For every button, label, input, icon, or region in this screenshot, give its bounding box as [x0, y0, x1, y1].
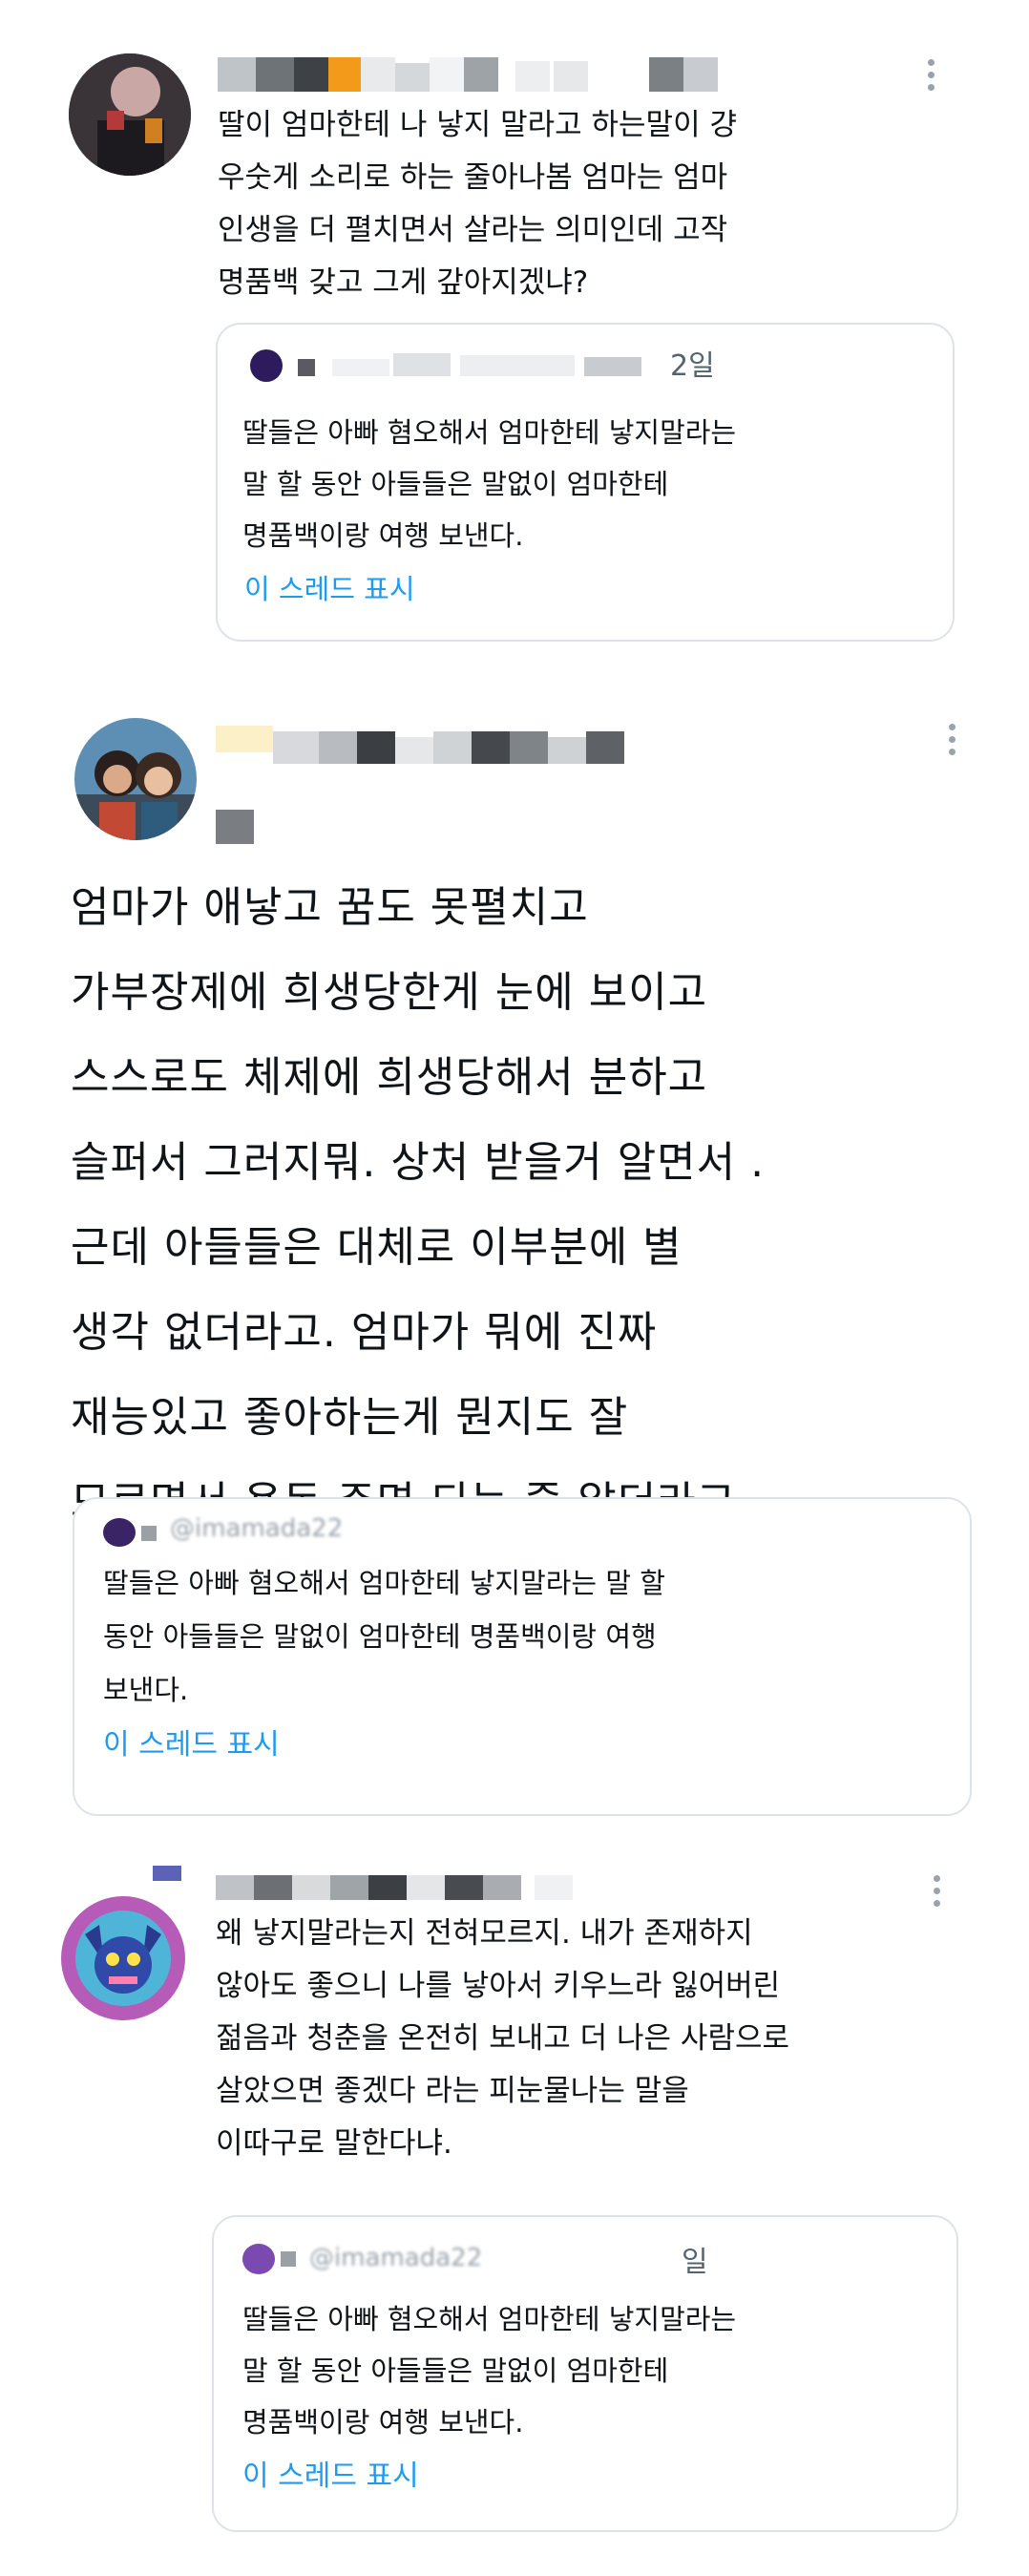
avatar[interactable]	[69, 53, 191, 176]
quoted-tweet[interactable]: @imamada22 일 딸들은 아빠 혐오해서 엄마한테 낳지말라는 말 할 …	[212, 2215, 958, 2532]
more-options-icon[interactable]	[928, 59, 937, 91]
show-thread-link[interactable]: 이 스레드 표시	[103, 1721, 280, 1763]
quoted-tweet-header: @imamada22 일	[242, 2238, 815, 2279]
tweet-body: 엄마가 애낳고 꿈도 못펼치고 가부장제에 희생당한게 눈에 보이고 스스로도 …	[71, 883, 766, 1527]
show-thread-link[interactable]: 이 스레드 표시	[242, 2452, 419, 2494]
tweet-1[interactable]: 딸이 엄마한테 나 낳지 말라고 하는말이 걍 우숫게 소리로 하는 줄아나봄 …	[0, 0, 1029, 668]
more-options-icon[interactable]	[949, 724, 958, 755]
quoted-tweet[interactable]: @imamada22 딸들은 아빠 혐오해서 엄마한테 낳지말라는 말 할 동안…	[73, 1497, 972, 1816]
quoted-tweet-text: 딸들은 아빠 혐오해서 엄마한테 낳지말라는 말 할 동안 아들들은 말없이 엄…	[242, 2303, 737, 2439]
quoted-tweet-header: 2일	[250, 348, 823, 386]
show-thread-link[interactable]: 이 스레드 표시	[244, 567, 415, 607]
more-options-icon[interactable]	[934, 1875, 943, 1907]
tweet-3[interactable]: 왜 낳지말라는지 전혀모르지. 내가 존재하지 않아도 좋으니 나를 낳아서 키…	[0, 1852, 1029, 2559]
avatar[interactable]	[61, 1896, 185, 2020]
tweet-body: 왜 낳지말라는지 전혀모르지. 내가 존재하지 않아도 좋으니 나를 낳아서 키…	[216, 1916, 790, 2161]
quoted-tweet-handle: @imamada22	[309, 2244, 483, 2272]
tweet-body: 딸이 엄마한테 나 낳지 말라고 하는말이 걍 우숫게 소리로 하는 줄아나봄 …	[218, 108, 737, 300]
quoted-tweet-date: 2일	[670, 349, 715, 383]
quoted-tweet[interactable]: 2일 딸들은 아빠 혐오해서 엄마한테 낳지말라는 말 할 동안 아들들은 말없…	[216, 323, 955, 642]
quoted-tweet-date: 일	[682, 2246, 708, 2279]
quoted-tweet-handle: @imamada22	[170, 1514, 344, 1543]
quoted-tweet-text: 딸들은 아빠 혐오해서 엄마한테 낳지말라는 말 할 동안 아들들은 말없이 엄…	[103, 1567, 665, 1706]
avatar[interactable]	[74, 718, 197, 840]
quoted-tweet-header: @imamada22	[103, 1512, 676, 1551]
tweet-2[interactable]: 엄마가 애낳고 꿈도 못펼치고 가부장제에 희생당한게 눈에 보이고 스스로도 …	[0, 687, 1029, 1816]
quoted-tweet-text: 딸들은 아빠 혐오해서 엄마한테 낳지말라는 말 할 동안 아들들은 말없이 엄…	[242, 416, 737, 552]
